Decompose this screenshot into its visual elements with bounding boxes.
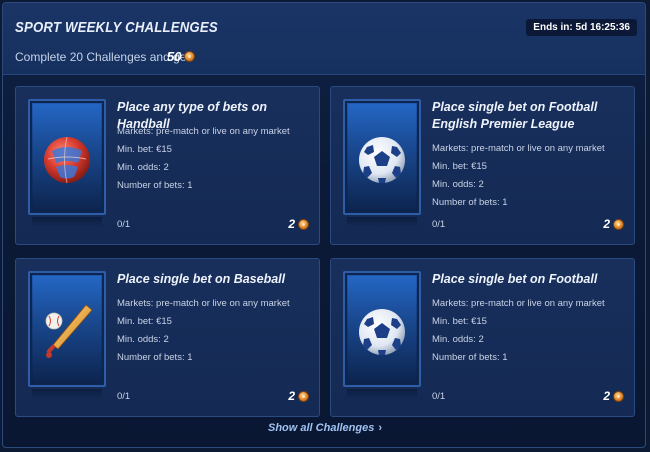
markets-text: Markets: pre-match or live on any market — [432, 143, 605, 154]
challenge-progress: 0/1 — [117, 391, 131, 402]
show-all-challenges-link[interactable]: Show all Challenges › — [3, 422, 645, 434]
challenge-title: Place single bet on Baseball — [117, 272, 286, 286]
min-odds-text: Min. odds: 2 — [432, 179, 484, 190]
coin-icon — [613, 390, 624, 402]
challenge-reward-value: 2 — [288, 217, 295, 231]
football-icon — [359, 137, 405, 183]
min-odds-text: Min. odds: 2 — [432, 334, 484, 345]
challenge-thumbnail — [28, 271, 106, 387]
challenge-title: Place single bet on Football English Pre… — [432, 100, 598, 131]
challenge-details: Markets: pre-match or live on any market… — [117, 295, 290, 367]
challenge-details: Markets: pre-match or live on any market… — [432, 140, 605, 212]
challenge-progress: 0/1 — [117, 219, 131, 230]
challenge-card-handball[interactable]: Place any type of bets on Handball Marke… — [15, 86, 320, 245]
challenge-reward: 2 — [288, 389, 309, 403]
coin-icon — [184, 51, 196, 62]
min-bet-text: Min. bet: €15 — [432, 316, 487, 327]
countdown-badge: Ends in: 5d 16:25:36 — [526, 19, 637, 36]
challenge-reward-value: 2 — [288, 389, 295, 403]
min-bet-text: Min. bet: €15 — [117, 144, 172, 155]
num-bets-text: Number of bets: 1 — [117, 352, 193, 363]
panel-title: SPORT WEEKLY CHALLENGES — [15, 19, 218, 36]
total-reward: 50 — [167, 49, 196, 64]
markets-text: Markets: pre-match or live on any market — [117, 126, 290, 137]
challenge-reward-value: 2 — [603, 389, 610, 403]
min-bet-text: Min. bet: €15 — [117, 316, 172, 327]
challenge-thumbnail — [343, 271, 421, 387]
challenge-title: Place single bet on Football — [432, 272, 598, 286]
football-icon — [359, 309, 405, 355]
coin-icon — [298, 390, 309, 402]
min-bet-text: Min. bet: €15 — [432, 161, 487, 172]
coin-icon — [613, 218, 624, 230]
coin-icon — [298, 218, 309, 230]
challenge-details: Markets: pre-match or live on any market… — [432, 295, 605, 367]
num-bets-text: Number of bets: 1 — [117, 180, 193, 191]
markets-text: Markets: pre-match or live on any market — [432, 298, 605, 309]
handball-icon — [44, 136, 90, 184]
challenge-reward: 2 — [288, 217, 309, 231]
total-reward-value: 50 — [167, 49, 182, 64]
challenge-details: Markets: pre-match or live on any market… — [117, 123, 290, 195]
challenge-card-football[interactable]: Place single bet on Football Markets: pr… — [330, 258, 635, 417]
min-odds-text: Min. odds: 2 — [117, 162, 169, 173]
challenge-card-football-epl[interactable]: Place single bet on Football English Pre… — [330, 86, 635, 245]
challenge-reward: 2 — [603, 217, 624, 231]
challenge-progress: 0/1 — [432, 391, 446, 402]
num-bets-text: Number of bets: 1 — [432, 197, 508, 208]
challenge-reward-value: 2 — [603, 217, 610, 231]
challenge-reward: 2 — [603, 389, 624, 403]
min-odds-text: Min. odds: 2 — [117, 334, 169, 345]
markets-text: Markets: pre-match or live on any market — [117, 298, 290, 309]
challenges-panel: SPORT WEEKLY CHALLENGES Complete 20 Chal… — [2, 2, 646, 448]
baseball-icon — [45, 304, 93, 358]
panel-header: SPORT WEEKLY CHALLENGES Complete 20 Chal… — [3, 3, 645, 75]
show-all-label: Show all Challenges — [267, 422, 375, 434]
challenge-card-baseball[interactable]: Place single bet on Baseball Markets: pr… — [15, 258, 320, 417]
challenge-thumbnail — [28, 99, 106, 215]
num-bets-text: Number of bets: 1 — [432, 352, 508, 363]
chevron-right-icon: › — [378, 422, 383, 434]
challenge-progress: 0/1 — [432, 219, 446, 230]
panel-subtitle: Complete 20 Challenges and get — [15, 50, 190, 64]
challenge-thumbnail — [343, 99, 421, 215]
